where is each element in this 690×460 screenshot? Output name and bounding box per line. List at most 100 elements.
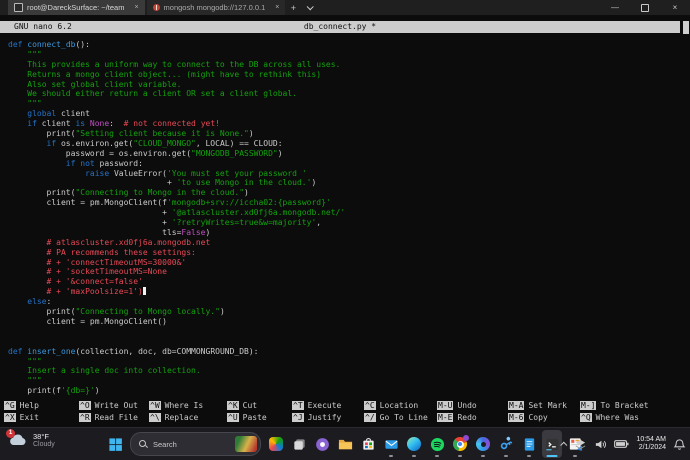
clock-date: 2/1/2024 — [636, 444, 666, 453]
taskbar-app-spotify[interactable] — [427, 430, 447, 458]
shortcut-label: Read File — [95, 413, 138, 422]
shortcut-label: Set Mark — [528, 401, 567, 410]
key-app-icon — [499, 437, 514, 452]
code-line: tls=False) — [8, 228, 678, 238]
code-line: """ — [8, 99, 678, 109]
code-line: if os.environ.get("CLOUD_MONGO", LOCAL) … — [8, 139, 678, 149]
clock-time: 10:54 AM — [636, 436, 666, 445]
file-explorer-icon — [338, 437, 353, 452]
maximize-button[interactable] — [630, 0, 660, 15]
code-line: def connect_db(): — [8, 40, 678, 50]
shortcut-label: Execute — [308, 401, 342, 410]
nano-shortcut-go-to-line: ^/Go To Line — [364, 411, 437, 423]
shortcut-key: ^K — [227, 401, 239, 410]
running-app-indicator — [412, 455, 416, 457]
code-line: global client — [8, 109, 678, 119]
chevron-down-icon — [307, 3, 314, 10]
taskbar-app-mail[interactable] — [381, 430, 401, 458]
code-line: raise ValueError('You must set your pass… — [8, 169, 678, 179]
running-app-indicator — [458, 455, 462, 457]
nano-shortcut-help: ^G Help — [4, 399, 79, 411]
taskbar-app-key-app[interactable] — [496, 430, 516, 458]
taskbar-app-chat[interactable] — [312, 430, 332, 458]
layers-icon[interactable] — [574, 438, 587, 451]
running-app-indicator — [435, 455, 439, 457]
tab-mongosh[interactable]: mongosh mongodb://127.0.0.1 × — [147, 0, 286, 15]
minimize-button[interactable]: — — [600, 0, 630, 15]
terminal-scrollbar[interactable] — [683, 21, 689, 34]
tray-overflow-button[interactable] — [562, 442, 567, 447]
nano-shortcut-copy: M-6Copy — [508, 411, 580, 423]
taskbar-app-copilot[interactable] — [266, 430, 286, 458]
running-app-indicator — [389, 455, 393, 457]
taskbar-app-photos[interactable] — [473, 430, 493, 458]
tab-wsl-shell[interactable]: root@DareckSurface: ~/team × — [8, 0, 145, 15]
code-line: """ — [8, 50, 678, 60]
terminal-icon — [545, 437, 560, 452]
volume-icon[interactable] — [594, 438, 607, 451]
code-line: print("Connecting to Mongo locally.") — [8, 307, 678, 317]
shortcut-label: Exit — [20, 413, 39, 422]
taskbar-clock[interactable]: 10:54 AM 2/1/2024 — [636, 436, 666, 453]
start-button[interactable] — [105, 430, 125, 458]
tab-close-icon[interactable]: × — [275, 4, 279, 11]
code-line: # + '&connect=false' — [8, 277, 678, 287]
code-line: """ — [8, 376, 678, 386]
taskbar-app-file-explorer[interactable] — [335, 430, 355, 458]
windows-desktop: root@DareckSurface: ~/team × mongosh mon… — [0, 0, 690, 460]
search-placeholder: Search — [153, 440, 230, 449]
shortcut-label: Cut — [243, 401, 257, 410]
search-input[interactable]: Search — [130, 432, 261, 456]
code-line: Also set global client variable. — [8, 80, 678, 90]
code-line: print(f'{db=}') — [8, 386, 678, 396]
nano-shortcut-read-file: ^R Read File — [79, 411, 149, 423]
taskbar-app-task-view[interactable] — [289, 430, 309, 458]
tab-close-icon[interactable]: × — [134, 4, 138, 11]
shortcut-label: Replace — [165, 413, 199, 422]
shortcut-key: ^C — [364, 401, 376, 410]
code-line: # + 'socketTimeoutMS=None — [8, 267, 678, 277]
text-cursor — [143, 287, 146, 295]
taskbar-app-edge[interactable] — [404, 430, 424, 458]
nano-shortcut-exit: ^XExit — [4, 411, 79, 423]
code-line: print("Connecting to Mongo in the cloud.… — [8, 188, 678, 198]
code-line — [8, 327, 678, 337]
taskbar-app-terminal[interactable] — [542, 430, 562, 458]
terminal-titlebar: root@DareckSurface: ~/team × mongosh mon… — [0, 0, 690, 15]
active-app-indicator — [547, 455, 558, 457]
code-line: print("Setting client because it is None… — [8, 129, 678, 139]
notification-bell-icon[interactable] — [673, 438, 686, 451]
nano-edit-area[interactable]: def connect_db(): """ This provides a un… — [8, 40, 678, 396]
shortcut-label: Help — [20, 401, 39, 410]
shortcut-key: ^O — [79, 401, 91, 410]
windows-logo-icon — [108, 437, 123, 452]
code-line: # + 'connectTimeoutMS=30000&' — [8, 258, 678, 268]
code-line: if client is None: # not connected yet! — [8, 119, 678, 129]
nano-shortcut-justify: ^JJustify — [292, 411, 364, 423]
shortcut-label: Paste — [243, 413, 267, 422]
code-line: """ — [8, 357, 678, 367]
shortcut-key: ^R — [79, 413, 91, 422]
tab-dropdown-button[interactable] — [301, 0, 317, 15]
photos-icon — [476, 437, 491, 452]
code-line: client = pm.MongoClient(f'mongodb+srv://… — [8, 198, 678, 208]
new-tab-button[interactable]: + — [285, 0, 301, 15]
taskbar-app-chrome[interactable] — [450, 430, 470, 458]
chevron-up-icon — [561, 441, 568, 448]
shortcut-key: ^W — [149, 401, 161, 410]
chrome-icon — [453, 437, 468, 452]
taskbar-app-store[interactable] — [358, 430, 378, 458]
shortcut-key: M-6 — [508, 413, 524, 422]
search-daily-image — [235, 436, 257, 452]
nano-shortcut-replace: ^\Replace — [149, 411, 227, 423]
battery-icon[interactable] — [614, 439, 629, 449]
store-icon — [361, 437, 376, 452]
code-line: + '?retryWrites=true&w=majority', — [8, 218, 678, 228]
code-line: # atlascluster.xd0fj6a.mongodb.net — [8, 238, 678, 248]
shortcut-key: ^G — [4, 401, 16, 410]
close-button[interactable]: × — [660, 0, 690, 15]
taskbar-app-notepad[interactable] — [519, 430, 539, 458]
tab-title: root@DareckSurface: ~/team — [27, 3, 124, 12]
shortcut-key: M-U — [437, 401, 453, 410]
shortcut-label: Redo — [457, 413, 476, 422]
